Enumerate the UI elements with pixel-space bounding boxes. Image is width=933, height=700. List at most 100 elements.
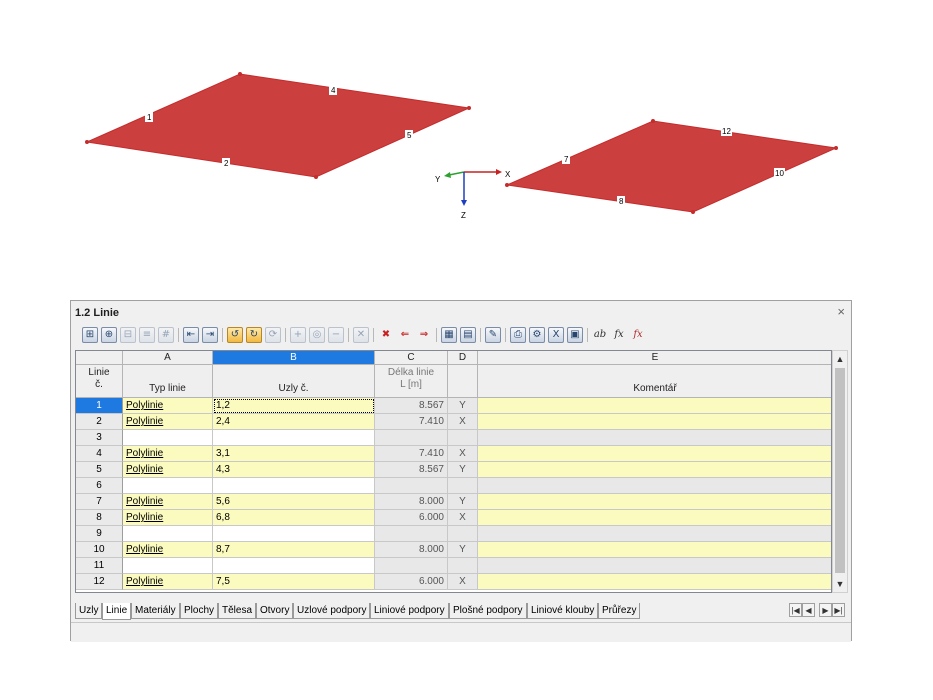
cell-line-type[interactable] — [123, 478, 213, 494]
refresh-icon[interactable]: ⟳ — [265, 327, 281, 343]
move-left-icon[interactable]: ⇐ — [397, 327, 413, 343]
cell-direction[interactable] — [448, 430, 478, 446]
tab-6[interactable]: Otvory — [256, 603, 294, 619]
cell-nodes[interactable]: 6,8 — [213, 510, 375, 526]
print-icon[interactable]: ⎙ — [510, 327, 526, 343]
copy-row-icon[interactable]: ≡ — [139, 327, 155, 343]
cell-length[interactable]: 8.567 — [375, 398, 448, 414]
cell-length[interactable] — [375, 430, 448, 446]
cell-direction[interactable]: X — [448, 446, 478, 462]
clear-icon[interactable]: ✕ — [353, 327, 369, 343]
tab-1[interactable]: Uzly — [75, 603, 103, 619]
zoom-icon[interactable]: ◎ — [309, 327, 325, 343]
cell-comment[interactable] — [478, 446, 831, 462]
cell-line-type[interactable]: Polylinie — [123, 446, 213, 462]
row-number[interactable]: 11 — [76, 558, 123, 574]
cell-line-type[interactable]: Polylinie — [123, 574, 213, 590]
cell-direction[interactable]: X — [448, 510, 478, 526]
row-number[interactable]: 2 — [76, 414, 123, 430]
cell-line-type[interactable]: Polylinie — [123, 542, 213, 558]
row-number[interactable]: 5 — [76, 462, 123, 478]
tab-9[interactable]: Plošné podpory — [449, 603, 527, 619]
remove-function-icon[interactable]: fx — [630, 327, 646, 343]
cell-line-type[interactable] — [123, 430, 213, 446]
corner-cell[interactable] — [76, 351, 123, 365]
cell-line-type[interactable] — [123, 526, 213, 542]
cell-direction[interactable]: Y — [448, 494, 478, 510]
last-tab-icon[interactable]: ▶| — [832, 603, 845, 617]
tab-3[interactable]: Materiály — [131, 603, 180, 619]
cell-direction[interactable] — [448, 526, 478, 542]
cell-line-type[interactable]: Polylinie — [123, 398, 213, 414]
cell-nodes[interactable] — [213, 478, 375, 494]
cell-comment[interactable] — [478, 558, 831, 574]
cell-nodes[interactable]: 7,5 — [213, 574, 375, 590]
close-icon[interactable]: × — [837, 304, 845, 319]
cell-direction[interactable]: X — [448, 574, 478, 590]
cell-length[interactable]: 6.000 — [375, 510, 448, 526]
cell-nodes[interactable]: 1,2 — [213, 398, 375, 414]
next-tab-icon[interactable]: ▶ — [819, 603, 832, 617]
delete-row-icon[interactable]: ⊟ — [120, 327, 136, 343]
cell-line-type[interactable] — [123, 558, 213, 574]
cell-comment[interactable] — [478, 510, 831, 526]
cell-line-type[interactable]: Polylinie — [123, 414, 213, 430]
cell-nodes[interactable]: 5,6 — [213, 494, 375, 510]
edit-table-icon[interactable]: ⊞ — [82, 327, 98, 343]
column-letter-b[interactable]: B — [213, 351, 375, 365]
tab-11[interactable]: Průřezy — [598, 603, 641, 619]
table-view-icon[interactable]: ▦ — [441, 327, 457, 343]
row-number[interactable]: 3 — [76, 430, 123, 446]
cell-length[interactable]: 8.000 — [375, 494, 448, 510]
columns-view-icon[interactable]: ▤ — [460, 327, 476, 343]
row-number[interactable]: 8 — [76, 510, 123, 526]
cell-nodes[interactable] — [213, 526, 375, 542]
zoom-out-icon[interactable]: − — [328, 327, 344, 343]
cell-comment[interactable] — [478, 430, 831, 446]
cell-line-type[interactable]: Polylinie — [123, 510, 213, 526]
cell-length[interactable]: 7.410 — [375, 446, 448, 462]
vertical-scrollbar[interactable]: ▲ ▼ — [832, 350, 848, 593]
edit-cell-icon[interactable]: ✎ — [485, 327, 501, 343]
row-number[interactable]: 4 — [76, 446, 123, 462]
row-number[interactable]: 9 — [76, 526, 123, 542]
cell-comment[interactable] — [478, 478, 831, 494]
tab-7[interactable]: Uzlové podpory — [293, 603, 371, 619]
cell-direction[interactable] — [448, 478, 478, 494]
cell-comment[interactable] — [478, 398, 831, 414]
export-icon[interactable]: ⇥ — [202, 327, 218, 343]
cell-direction[interactable]: Y — [448, 398, 478, 414]
row-number[interactable]: 12 — [76, 574, 123, 590]
scroll-up-icon[interactable]: ▲ — [833, 352, 847, 366]
move-right-icon[interactable]: ⇒ — [416, 327, 432, 343]
cell-direction[interactable] — [448, 558, 478, 574]
cell-nodes[interactable] — [213, 558, 375, 574]
column-letter-a[interactable]: A — [123, 351, 213, 365]
row-number[interactable]: 1 — [76, 398, 123, 414]
cell-nodes[interactable]: 4,3 — [213, 462, 375, 478]
cell-comment[interactable] — [478, 542, 831, 558]
cell-direction[interactable]: X — [448, 414, 478, 430]
cell-length[interactable] — [375, 478, 448, 494]
import-icon[interactable]: ⇤ — [183, 327, 199, 343]
calculator-icon[interactable]: ▣ — [567, 327, 583, 343]
cell-nodes[interactable]: 8,7 — [213, 542, 375, 558]
column-letter-c[interactable]: C — [375, 351, 448, 365]
excel-export-icon[interactable]: X — [548, 327, 564, 343]
scroll-down-icon[interactable]: ▼ — [833, 577, 847, 591]
zoom-in-icon[interactable]: + — [290, 327, 306, 343]
cell-length[interactable]: 8.000 — [375, 542, 448, 558]
scrollbar-thumb[interactable] — [835, 368, 845, 573]
tab-4[interactable]: Plochy — [180, 603, 219, 619]
insert-row-icon[interactable]: ⊕ — [101, 327, 117, 343]
cell-comment[interactable] — [478, 526, 831, 542]
row-number[interactable]: 10 — [76, 542, 123, 558]
cell-nodes[interactable]: 2,4 — [213, 414, 375, 430]
cell-length[interactable]: 7.410 — [375, 414, 448, 430]
cell-length[interactable]: 8.567 — [375, 462, 448, 478]
row-number[interactable]: 7 — [76, 494, 123, 510]
model-viewport[interactable]: 1 4 5 2 12 7 10 8 X Y Z — [0, 0, 933, 290]
cell-direction[interactable]: Y — [448, 462, 478, 478]
cell-line-type[interactable]: Polylinie — [123, 462, 213, 478]
cell-comment[interactable] — [478, 574, 831, 590]
